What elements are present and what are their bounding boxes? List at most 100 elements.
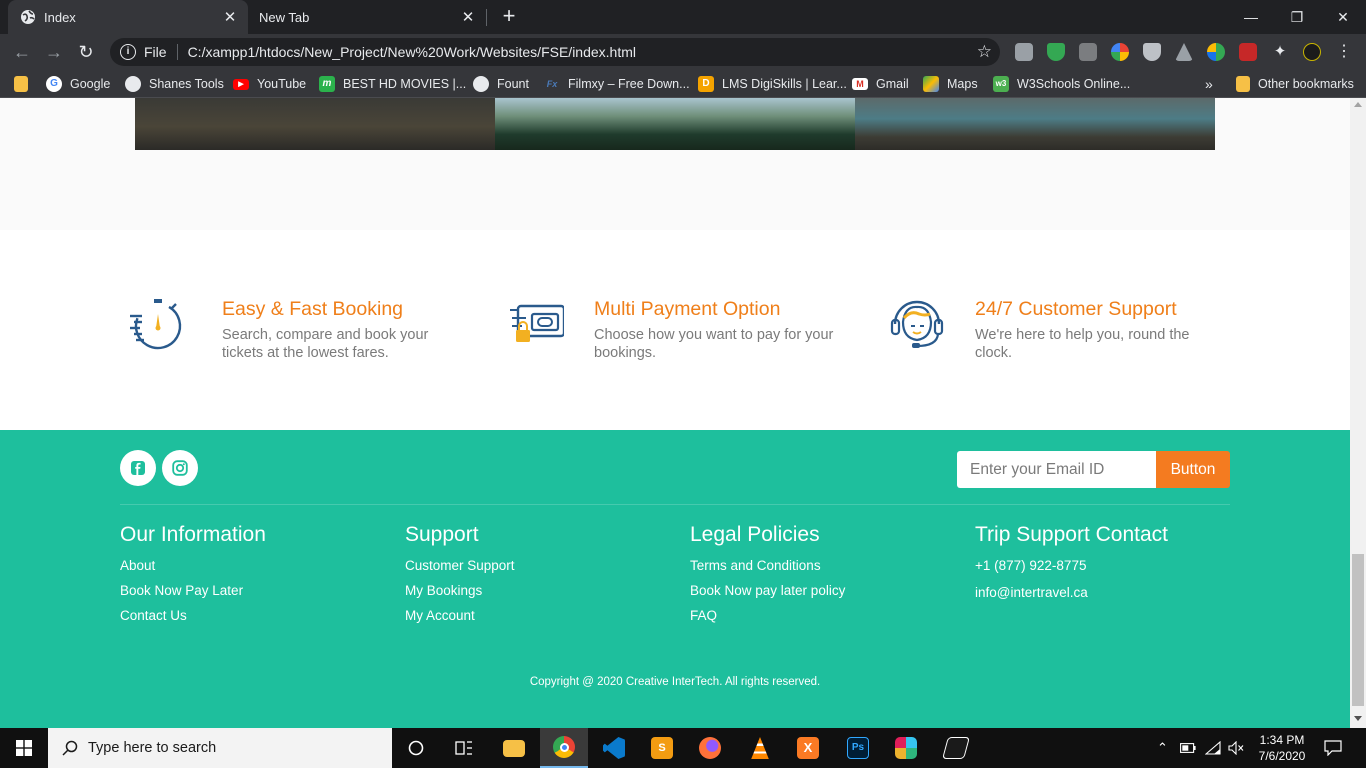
file-explorer-icon[interactable] (490, 728, 538, 768)
extension-color-icon[interactable] (1111, 43, 1129, 61)
apps-shortcut[interactable] (14, 70, 28, 98)
search-icon (62, 740, 78, 756)
footer-column-our-information: Our Information About Book Now Pay Later… (120, 523, 266, 632)
sublime-text-icon[interactable]: S (638, 728, 686, 768)
subscribe-button[interactable]: Button (1156, 451, 1230, 488)
scroll-up-arrow-icon[interactable] (1354, 102, 1362, 107)
taskbar-search-box[interactable]: Type here to search (48, 728, 392, 768)
url-text[interactable]: C:/xampp1/htdocs/New_Project/New%20Work/… (188, 44, 977, 60)
gallery-image[interactable] (135, 98, 495, 150)
gallery-image[interactable] (495, 98, 855, 150)
tab-new-tab[interactable]: New Tab ✕ (248, 0, 486, 34)
slack-icon[interactable] (882, 728, 930, 768)
tab-index[interactable]: Index ✕ (8, 0, 248, 34)
extension-camera-icon[interactable] (1079, 43, 1097, 61)
extension-globe-icon[interactable] (1207, 43, 1225, 61)
footer-link-about[interactable]: About (120, 557, 266, 582)
profile-avatar[interactable] (1303, 43, 1321, 61)
bookmarks-bar: G Google Shanes Tools ▶ YouTube m BEST H… (0, 70, 1366, 98)
footer-link-pay-later-policy[interactable]: Book Now pay later policy (690, 582, 845, 607)
extension-lock-icon[interactable] (1015, 43, 1033, 61)
google-icon: G (46, 76, 62, 92)
close-tab-icon[interactable]: ✕ (456, 8, 480, 26)
system-clock[interactable]: 1:34 PM 7/6/2020 (1250, 732, 1314, 764)
bookmark-label: Google (70, 77, 111, 91)
feature-description: Choose how you want to pay for your book… (594, 327, 834, 361)
footer-link-book-now-pay-later[interactable]: Book Now Pay Later (120, 582, 266, 607)
webpage-viewport: Easy & Fast Booking Search, compare and … (0, 98, 1350, 728)
scroll-down-arrow-icon[interactable] (1354, 716, 1362, 721)
bookmark-maps[interactable]: Maps (923, 70, 978, 98)
extension-flash-icon[interactable] (1239, 43, 1257, 61)
bookmark-shanes-tools[interactable]: Shanes Tools (125, 70, 224, 98)
new-tab-button[interactable]: + (498, 5, 520, 27)
site-info-icon[interactable]: i (120, 44, 136, 60)
footer-column-trip-support-contact: Trip Support Contact +1 (877) 922-8775 i… (975, 523, 1168, 609)
bookmark-google[interactable]: G Google (46, 70, 110, 98)
close-tab-icon[interactable]: ✕ (218, 8, 242, 26)
minimize-button[interactable]: — (1228, 0, 1274, 34)
bookmark-fount[interactable]: Fount (473, 70, 529, 98)
chrome-icon[interactable] (540, 728, 588, 768)
footer-phone-link[interactable]: +1 (877) 922-8775 (975, 557, 1168, 584)
browser-tab-strip: Index ✕ New Tab ✕ + — ❐ ✕ (0, 0, 1366, 34)
action-center-button[interactable] (1324, 728, 1342, 768)
bookmark-gmail[interactable]: M Gmail (852, 70, 909, 98)
task-view-icon[interactable] (440, 728, 488, 768)
bookmark-youtube[interactable]: ▶ YouTube (233, 70, 306, 98)
tab-title: Index (44, 9, 76, 25)
bookmark-star-icon[interactable]: ☆ (977, 42, 992, 62)
vscode-icon[interactable] (590, 728, 638, 768)
footer-link-customer-support[interactable]: Customer Support (405, 557, 515, 582)
bookmark-label: Gmail (876, 77, 909, 91)
menu-kebab-icon[interactable]: ⋮ (1335, 43, 1353, 61)
forward-icon[interactable]: → (42, 40, 66, 64)
footer-link-faq[interactable]: FAQ (690, 607, 845, 632)
bookmark-folder-icon (1236, 76, 1250, 92)
feature-description: Search, compare and book your tickets at… (222, 327, 429, 361)
vlc-icon[interactable] (736, 728, 784, 768)
facebook-icon (131, 461, 145, 475)
bookmarks-overflow-button[interactable]: » (1205, 70, 1213, 98)
footer-link-terms[interactable]: Terms and Conditions (690, 557, 845, 582)
bookmark-filmxy[interactable]: Fx Filmxy – Free Down... (544, 70, 690, 98)
address-bar[interactable]: i File C:/xampp1/htdocs/New_Project/New%… (110, 38, 1000, 66)
gallery-image[interactable] (855, 98, 1215, 150)
other-bookmarks-folder[interactable]: Other bookmarks (1236, 70, 1354, 98)
page-scrollbar[interactable] (1350, 98, 1366, 728)
windows-logo-icon (16, 740, 32, 756)
show-hidden-icons-chevron-icon[interactable]: ⌃ (1157, 728, 1168, 768)
extensions-puzzle-icon[interactable]: ✦ (1271, 43, 1289, 61)
xampp-icon[interactable]: X (784, 728, 832, 768)
restore-button[interactable]: ❐ (1274, 0, 1320, 34)
scroll-thumb[interactable] (1352, 554, 1364, 706)
firefox-icon[interactable] (686, 728, 734, 768)
reload-icon[interactable]: ↻ (74, 40, 98, 64)
email-subscribe-input[interactable] (957, 451, 1156, 488)
cortana-icon[interactable] (392, 728, 440, 768)
close-window-button[interactable]: ✕ (1320, 0, 1366, 34)
footer-column-support: Support Customer Support My Bookings My … (405, 523, 515, 632)
globe-icon (125, 76, 141, 92)
instagram-button[interactable] (162, 450, 198, 486)
start-button[interactable] (0, 728, 48, 768)
photoshop-icon[interactable]: Ps (834, 728, 882, 768)
network-icon[interactable] (1205, 728, 1221, 768)
feature-title: Multi Payment Option (594, 298, 781, 320)
extension-shield-icon[interactable] (1047, 43, 1065, 61)
extension-shield-gray-icon[interactable] (1143, 43, 1161, 61)
battery-icon[interactable] (1180, 728, 1196, 768)
footer-link-contact-us[interactable]: Contact Us (120, 607, 266, 632)
footer-email-link[interactable]: info@intertravel.ca (975, 584, 1168, 609)
footer-link-my-account[interactable]: My Account (405, 607, 515, 632)
bookmark-w3schools[interactable]: w3 W3Schools Online... (993, 70, 1130, 98)
game-icon[interactable] (932, 728, 980, 768)
footer-link-my-bookings[interactable]: My Bookings (405, 582, 515, 607)
extension-drive-icon[interactable] (1175, 43, 1193, 61)
facebook-button[interactable] (120, 450, 156, 486)
bookmark-best-hd-movies[interactable]: m BEST HD MOVIES |... (319, 70, 466, 98)
speaker-muted-icon[interactable] (1228, 728, 1244, 768)
bookmark-lms-digiskills[interactable]: D LMS DigiSkills | Lear... (698, 70, 847, 98)
back-icon[interactable]: ← (10, 40, 34, 64)
bookmark-label: BEST HD MOVIES |... (343, 77, 467, 91)
